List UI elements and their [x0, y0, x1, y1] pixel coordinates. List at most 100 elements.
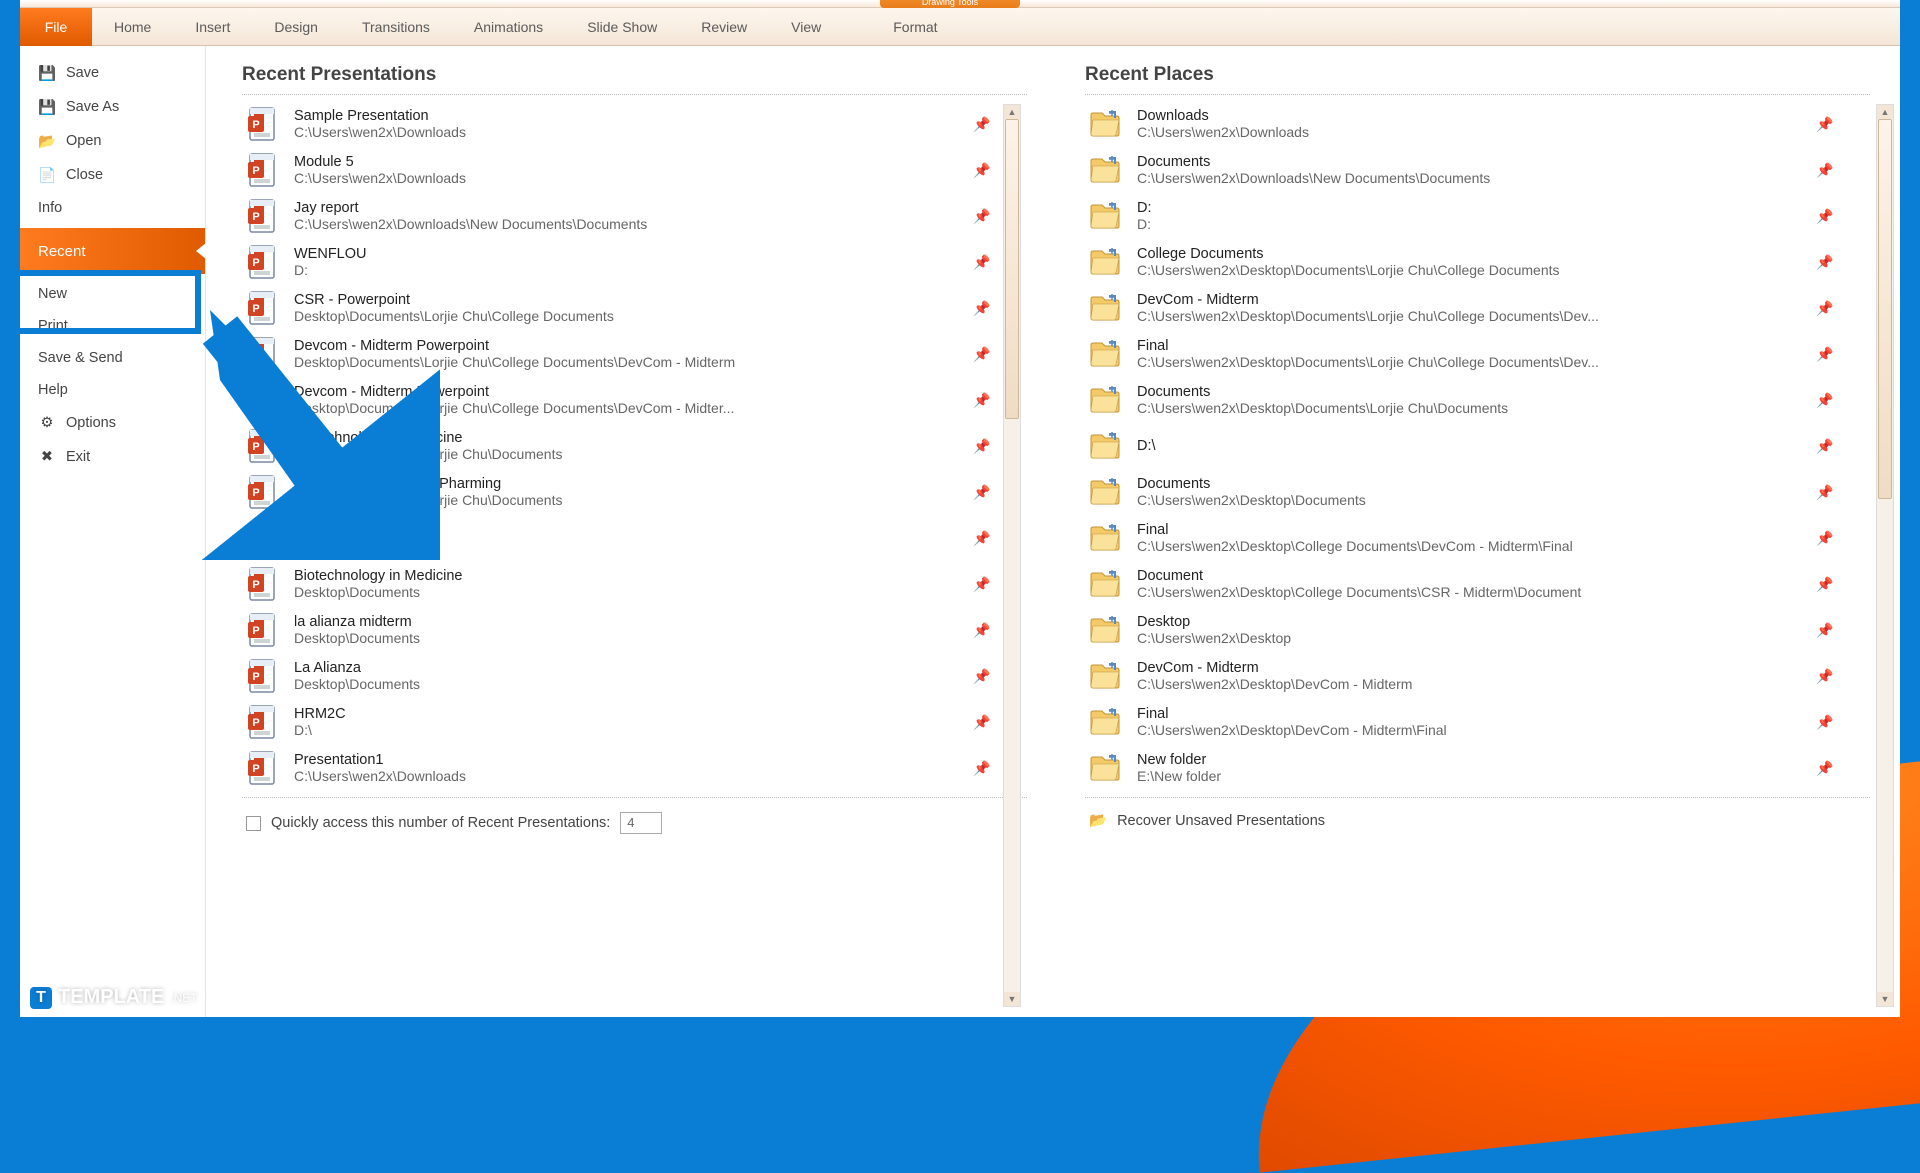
presentation-item[interactable]: P la alianza midtermDesktop\Documents 📌 [242, 607, 995, 653]
presentation-item[interactable]: P Devcom - Midterm PowerpointDesktop\Doc… [242, 377, 995, 423]
svg-text:P: P [252, 717, 259, 729]
place-name: Final [1137, 522, 1802, 538]
pin-button[interactable]: 📌 [1816, 300, 1836, 317]
pin-button[interactable]: 📌 [1816, 346, 1836, 363]
quick-access-checkbox[interactable] [246, 816, 261, 831]
pin-button[interactable]: 📌 [1816, 668, 1836, 685]
quick-access-count[interactable]: 4 [620, 812, 662, 834]
animations-tab[interactable]: Animations [452, 8, 565, 46]
pin-button[interactable]: 📌 [1816, 760, 1836, 777]
svg-text:P: P [252, 533, 259, 545]
open-button[interactable]: 📂Open [20, 124, 205, 158]
view-tab[interactable]: View [769, 8, 843, 46]
presentation-item[interactable]: P Biotechnology in MedicineDesktop\Docum… [242, 423, 995, 469]
save-button[interactable]: 💾Save [20, 56, 205, 90]
transitions-tab[interactable]: Transitions [340, 8, 452, 46]
presentation-item[interactable]: P Presentation1C:\Users\wen2x\Downloads … [242, 745, 995, 791]
pin-button[interactable]: 📌 [973, 254, 993, 271]
pin-button[interactable]: 📌 [1816, 116, 1836, 133]
pin-button[interactable]: 📌 [1816, 438, 1836, 455]
presentation-item[interactable]: P GROUP 15D:\ 📌 [242, 515, 995, 561]
pin-button[interactable]: 📌 [1816, 392, 1836, 409]
pin-button[interactable]: 📌 [1816, 576, 1836, 593]
presentation-item[interactable]: P CSR - PowerpointDesktop\Documents\Lorj… [242, 285, 995, 331]
pin-button[interactable]: 📌 [973, 622, 993, 639]
recent-button[interactable]: Recent [20, 228, 205, 274]
place-item[interactable]: D:\ 📌 [1085, 423, 1838, 469]
pin-button[interactable]: 📌 [1816, 254, 1836, 271]
presentation-item[interactable]: P Biotechnology in MedicineDesktop\Docum… [242, 561, 995, 607]
scroll-down-icon[interactable]: ▼ [1004, 992, 1020, 1006]
presentation-name: Biotechnology in Medicine [294, 430, 959, 446]
place-item[interactable]: FinalC:\Users\wen2x\Desktop\College Docu… [1085, 515, 1838, 561]
save-as-button[interactable]: 💾Save As [20, 90, 205, 124]
presentation-item[interactable]: P HRM2CD:\ 📌 [242, 699, 995, 745]
file-tab[interactable]: File [20, 8, 92, 46]
place-item[interactable]: D:D: 📌 [1085, 193, 1838, 239]
place-item[interactable]: DocumentsC:\Users\wen2x\Downloads\New Do… [1085, 147, 1838, 193]
close-button[interactable]: 📄Close [20, 158, 205, 192]
pin-button[interactable]: 📌 [1816, 714, 1836, 731]
presentation-item[interactable]: P Jay reportC:\Users\wen2x\Downloads\New… [242, 193, 995, 239]
new-button[interactable]: New [20, 278, 205, 310]
pin-button[interactable]: 📌 [1816, 530, 1836, 547]
presentation-item[interactable]: P WENFLOUD: 📌 [242, 239, 995, 285]
place-item[interactable]: DevCom - MidtermC:\Users\wen2x\Desktop\D… [1085, 285, 1838, 331]
place-item[interactable]: DocumentsC:\Users\wen2x\Desktop\Document… [1085, 469, 1838, 515]
save-send-button[interactable]: Save & Send [20, 342, 205, 374]
design-tab[interactable]: Design [252, 8, 340, 46]
format-tab[interactable]: Format [871, 8, 959, 46]
presentation-item[interactable]: P La AlianzaDesktop\Documents 📌 [242, 653, 995, 699]
presentation-item[interactable]: P Biomanufacturing and PharmingDesktop\D… [242, 469, 995, 515]
pin-button[interactable]: 📌 [973, 346, 993, 363]
pin-button[interactable]: 📌 [1816, 484, 1836, 501]
place-item[interactable]: DocumentC:\Users\wen2x\Desktop\College D… [1085, 561, 1838, 607]
pin-button[interactable]: 📌 [973, 714, 993, 731]
place-item[interactable]: DownloadsC:\Users\wen2x\Downloads 📌 [1085, 101, 1838, 147]
print-button[interactable]: Print [20, 310, 205, 342]
pin-button[interactable]: 📌 [973, 576, 993, 593]
place-item[interactable]: FinalC:\Users\wen2x\Desktop\DevCom - Mid… [1085, 699, 1838, 745]
places-scrollbar[interactable]: ▲ ▼ [1876, 104, 1894, 1007]
presentation-item[interactable]: P Devcom - Midterm PowerpointDesktop\Doc… [242, 331, 995, 377]
options-button[interactable]: ⚙Options [20, 406, 205, 440]
insert-tab[interactable]: Insert [173, 8, 252, 46]
pin-button[interactable]: 📌 [973, 116, 993, 133]
place-item[interactable]: New folderE:\New folder 📌 [1085, 745, 1838, 791]
scroll-thumb[interactable] [1878, 119, 1892, 499]
scroll-down-icon[interactable]: ▼ [1877, 992, 1893, 1006]
pin-button[interactable]: 📌 [973, 484, 993, 501]
slideshow-tab[interactable]: Slide Show [565, 8, 679, 46]
scroll-up-icon[interactable]: ▲ [1004, 105, 1020, 119]
scroll-up-icon[interactable]: ▲ [1877, 105, 1893, 119]
presentation-item[interactable]: P Sample PresentationC:\Users\wen2x\Down… [242, 101, 995, 147]
review-tab[interactable]: Review [679, 8, 769, 46]
info-button[interactable]: Info [20, 192, 205, 224]
pin-button[interactable]: 📌 [973, 208, 993, 225]
place-item[interactable]: DesktopC:\Users\wen2x\Desktop 📌 [1085, 607, 1838, 653]
help-button[interactable]: Help [20, 374, 205, 406]
place-item[interactable]: DevCom - MidtermC:\Users\wen2x\Desktop\D… [1085, 653, 1838, 699]
pin-button[interactable]: 📌 [973, 162, 993, 179]
home-tab[interactable]: Home [92, 8, 173, 46]
pin-button[interactable]: 📌 [973, 760, 993, 777]
pin-button[interactable]: 📌 [1816, 622, 1836, 639]
scroll-thumb[interactable] [1005, 119, 1019, 419]
pin-button[interactable]: 📌 [973, 300, 993, 317]
pin-button[interactable]: 📌 [1816, 208, 1836, 225]
pin-button[interactable]: 📌 [973, 530, 993, 547]
place-item[interactable]: FinalC:\Users\wen2x\Desktop\Documents\Lo… [1085, 331, 1838, 377]
recover-icon: 📂 [1089, 812, 1107, 829]
pin-button[interactable]: 📌 [973, 392, 993, 409]
pin-button[interactable]: 📌 [973, 668, 993, 685]
pin-button[interactable]: 📌 [973, 438, 993, 455]
presentations-scrollbar[interactable]: ▲ ▼ [1003, 104, 1021, 1007]
place-item[interactable]: DocumentsC:\Users\wen2x\Desktop\Document… [1085, 377, 1838, 423]
exit-button[interactable]: ✖Exit [20, 440, 205, 474]
recover-link[interactable]: Recover Unsaved Presentations [1117, 813, 1325, 829]
pin-button[interactable]: 📌 [1816, 162, 1836, 179]
powerpoint-file-icon: P [244, 382, 280, 418]
presentation-item[interactable]: P Module 5C:\Users\wen2x\Downloads 📌 [242, 147, 995, 193]
powerpoint-file-icon: P [244, 750, 280, 786]
place-item[interactable]: College DocumentsC:\Users\wen2x\Desktop\… [1085, 239, 1838, 285]
